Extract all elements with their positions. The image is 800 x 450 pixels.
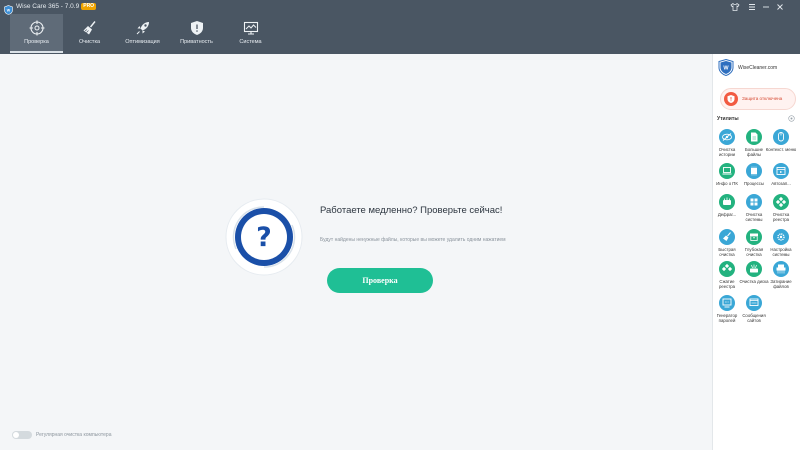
menu-icon — [749, 4, 755, 10]
utility-history-cleaner[interactable]: Очистка истории — [713, 129, 741, 163]
close-icon — [777, 4, 783, 10]
shirt-icon — [730, 2, 740, 11]
file-icon — [746, 129, 762, 145]
shield-icon — [189, 20, 205, 36]
utility-label: Настройка системы — [770, 247, 792, 258]
minimize-icon — [763, 6, 769, 8]
chip-icon — [746, 163, 762, 179]
utility-disk-cleaner[interactable]: Очистка диска — [739, 261, 769, 295]
tab-privacy-label: Приватность — [180, 39, 213, 45]
main-area — [0, 54, 712, 450]
regular-cleaning-label: Регулярная очистка компьютера — [36, 432, 112, 438]
utility-label: Контекст. меню — [765, 147, 797, 152]
scan-button[interactable]: Проверка — [327, 268, 433, 293]
archive-icon — [746, 229, 762, 245]
regular-cleaning-toggle[interactable] — [12, 431, 32, 439]
tab-optimize-label: Оптимизация — [125, 39, 160, 45]
tab-system[interactable]: Система — [224, 14, 277, 53]
tab-check-label: Проверка — [24, 39, 49, 45]
utility-label: Затирание файлов — [770, 279, 792, 290]
tab-clean[interactable]: Очистка — [63, 14, 116, 53]
rocket-icon — [135, 20, 151, 36]
utility-password-generator[interactable]: Генератор паролей — [713, 295, 741, 329]
utility-quick-clean[interactable]: Быстрая очистка — [713, 229, 741, 263]
monitor-icon — [243, 20, 259, 36]
compress-icon — [719, 261, 735, 277]
utility-context-menu[interactable]: Контекст. меню — [765, 129, 797, 163]
utility-defrag[interactable]: Дефраг... — [713, 194, 741, 228]
tab-optimize[interactable]: Оптимизация — [116, 14, 169, 53]
menu-button[interactable] — [747, 2, 757, 12]
question-illustration: ? — [224, 197, 304, 277]
hdd-icon — [746, 261, 762, 277]
utility-deep-clean[interactable]: Глубокая очистка — [740, 229, 768, 263]
utility-label: Сообщения сайтов — [742, 313, 766, 324]
utility-startup[interactable]: Автозап... — [767, 163, 795, 197]
tab-system-label: Система — [239, 39, 262, 45]
shredder-icon — [773, 261, 789, 277]
eye-slash-icon — [719, 129, 735, 145]
utility-file-shredder[interactable]: Затирание файлов — [767, 261, 795, 295]
utility-processes[interactable]: Процессы — [740, 163, 768, 197]
shield-warning-icon — [724, 92, 738, 106]
title-bar: W Wise Care 365 - 7.0.9 PRO — [0, 0, 800, 15]
tab-privacy[interactable]: Приватность — [170, 14, 223, 53]
cubes-icon — [773, 194, 789, 210]
app-title-text: Wise Care 365 - 7.0.9 — [16, 3, 80, 10]
key-icon — [719, 295, 735, 311]
app-logo-icon: W — [4, 2, 13, 15]
utility-system-cleaner[interactable]: Очистка системы — [740, 194, 768, 228]
tab-check[interactable]: Проверка — [10, 14, 63, 53]
crosshair-icon — [29, 20, 45, 36]
close-button[interactable] — [775, 2, 785, 12]
svg-text:W: W — [723, 66, 729, 72]
tab-clean-label: Очистка — [78, 39, 101, 45]
mouse-icon — [773, 129, 789, 145]
pro-badge: PRO — [81, 3, 97, 10]
page-subtext: Будут найдены ненужные файлы, которые вы… — [320, 237, 506, 243]
toggle-knob — [13, 432, 19, 438]
disk-icon — [719, 194, 735, 210]
window-icon — [773, 163, 789, 179]
utility-registry-defrag[interactable]: Сжатие реестра — [713, 261, 741, 295]
gear-icon — [773, 229, 789, 245]
protection-status-label: Защита отключена — [742, 96, 783, 101]
skin-button[interactable] — [730, 2, 740, 12]
page-headline: Работаете медленно? Проверьте сейчас! — [320, 205, 503, 216]
broom-icon — [719, 229, 735, 245]
laptop-icon — [719, 163, 735, 179]
utility-label: Автозап... — [771, 181, 791, 186]
utility-registry-cleaner[interactable]: Очистка реестра — [767, 194, 795, 228]
utility-site-messages[interactable]: Сообщения сайтов — [740, 295, 768, 329]
app-title: Wise Care 365 - 7.0.9 PRO — [16, 2, 97, 12]
utility-label: Очистка реестра — [772, 212, 790, 223]
wisecleaner-logo-icon[interactable]: W — [718, 58, 734, 77]
utility-pc-info[interactable]: Инфо о ПК — [713, 163, 741, 197]
svg-text:?: ? — [256, 222, 272, 253]
utility-large-files[interactable]: Большие файлы — [740, 129, 768, 163]
utilities-title: Утилиты — [717, 116, 739, 122]
message-icon — [746, 295, 762, 311]
account-link[interactable]: WiseCleaner.com — [738, 65, 777, 71]
svg-text:W: W — [7, 9, 11, 13]
question-mark-icon: ? — [225, 198, 303, 276]
minimize-button[interactable] — [761, 2, 771, 12]
windows-icon — [746, 194, 762, 210]
broom-icon — [82, 20, 98, 36]
utilities-settings-icon[interactable] — [788, 115, 795, 122]
utility-system-tuneup[interactable]: Настройка системы — [767, 229, 795, 263]
